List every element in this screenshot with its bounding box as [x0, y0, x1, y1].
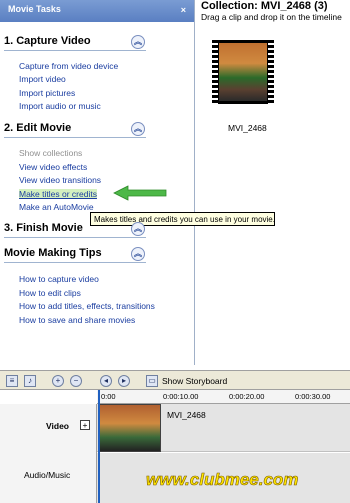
ruler-tick: 0:00:20.00 — [229, 392, 265, 401]
clip-image — [219, 43, 267, 101]
link-show-collections[interactable]: Show collections — [19, 148, 82, 158]
collection-title: Collection: MVI_2468 (3) — [201, 0, 328, 12]
watermark: www.clubmee.com — [146, 470, 299, 490]
link-how-save-share[interactable]: How to save and share movies — [19, 315, 135, 325]
link-import-audio[interactable]: Import audio or music — [19, 101, 101, 111]
collapse-chevron-icon[interactable]: ︽ — [131, 122, 145, 136]
tasks-pane-header: Movie Tasks × — [0, 0, 194, 22]
collapse-chevron-icon[interactable]: ︽ — [131, 35, 145, 49]
collection-subtitle: Drag a clip and drop it on the timeline — [201, 12, 342, 22]
film-holes — [212, 40, 218, 104]
link-view-video-transitions[interactable]: View video transitions — [19, 175, 101, 185]
timeline-video-clip[interactable] — [99, 404, 161, 452]
link-import-pictures[interactable]: Import pictures — [19, 88, 75, 98]
section-edit-movie[interactable]: 2. Edit Movie ︽ — [4, 122, 146, 138]
section-finish-movie[interactable]: 3. Finish Movie ︽ — [4, 222, 146, 238]
ruler-tick: 0:00 — [101, 392, 116, 401]
video-track-label: Video — [46, 421, 69, 431]
ruler-tick: 0:00:10.00 — [163, 392, 199, 401]
timeline-options-icon[interactable]: ≡ — [6, 375, 18, 387]
section-title: 1. Capture Video — [4, 35, 91, 47]
film-holes — [268, 40, 274, 104]
link-view-video-effects[interactable]: View video effects — [19, 162, 87, 172]
collection-clip-name: MVI_2468 — [228, 123, 267, 133]
zoom-in-icon[interactable]: + — [52, 375, 64, 387]
pointer-arrow-icon — [113, 185, 167, 201]
video-track[interactable]: MVI_2468 — [97, 404, 350, 452]
narrate-microphone-icon[interactable]: ♪ — [24, 375, 36, 387]
track-labels: Video + Audio/Music — [0, 404, 97, 503]
section-movie-making-tips[interactable]: Movie Making Tips ︽ — [4, 247, 146, 263]
audio-track-label: Audio/Music — [24, 470, 71, 480]
section-title: 2. Edit Movie — [4, 122, 72, 134]
timeline-toolbar: ≡ ♪ + − ◂ ▸ ▭ Show Storyboard — [0, 370, 350, 390]
link-how-edit[interactable]: How to edit clips — [19, 288, 81, 298]
collection-clip-thumbnail[interactable] — [212, 40, 274, 104]
expand-icon[interactable]: + — [80, 420, 90, 430]
timeline-clip-name: MVI_2468 — [167, 410, 206, 420]
link-make-automovie[interactable]: Make an AutoMovie — [19, 202, 94, 212]
link-how-add-titles[interactable]: How to add titles, effects, transitions — [19, 301, 155, 311]
close-icon[interactable]: × — [181, 5, 186, 15]
link-capture-from-device[interactable]: Capture from video device — [19, 61, 118, 71]
section-capture-video[interactable]: 1. Capture Video ︽ — [4, 35, 146, 51]
zoom-out-icon[interactable]: − — [70, 375, 82, 387]
show-storyboard-button[interactable]: Show Storyboard — [162, 376, 227, 386]
playhead[interactable] — [98, 390, 100, 503]
tasks-pane-title: Movie Tasks — [8, 4, 61, 14]
link-make-titles-credits[interactable]: Make titles or credits — [19, 189, 97, 199]
timeline-ruler[interactable]: 0:00 0:00:10.00 0:00:20.00 0:00:30.00 — [97, 390, 350, 404]
collapse-chevron-icon[interactable]: ︽ — [131, 247, 145, 261]
section-title: 3. Finish Movie — [4, 222, 83, 234]
link-how-capture[interactable]: How to capture video — [19, 274, 99, 284]
play-icon[interactable]: ▸ — [118, 375, 130, 387]
ruler-tick: 0:00:30.00 — [295, 392, 331, 401]
link-import-video[interactable]: Import video — [19, 74, 66, 84]
section-title: Movie Making Tips — [4, 247, 102, 259]
rewind-icon[interactable]: ◂ — [100, 375, 112, 387]
storyboard-icon[interactable]: ▭ — [146, 375, 158, 387]
collapse-chevron-icon[interactable]: ︽ — [131, 222, 145, 236]
